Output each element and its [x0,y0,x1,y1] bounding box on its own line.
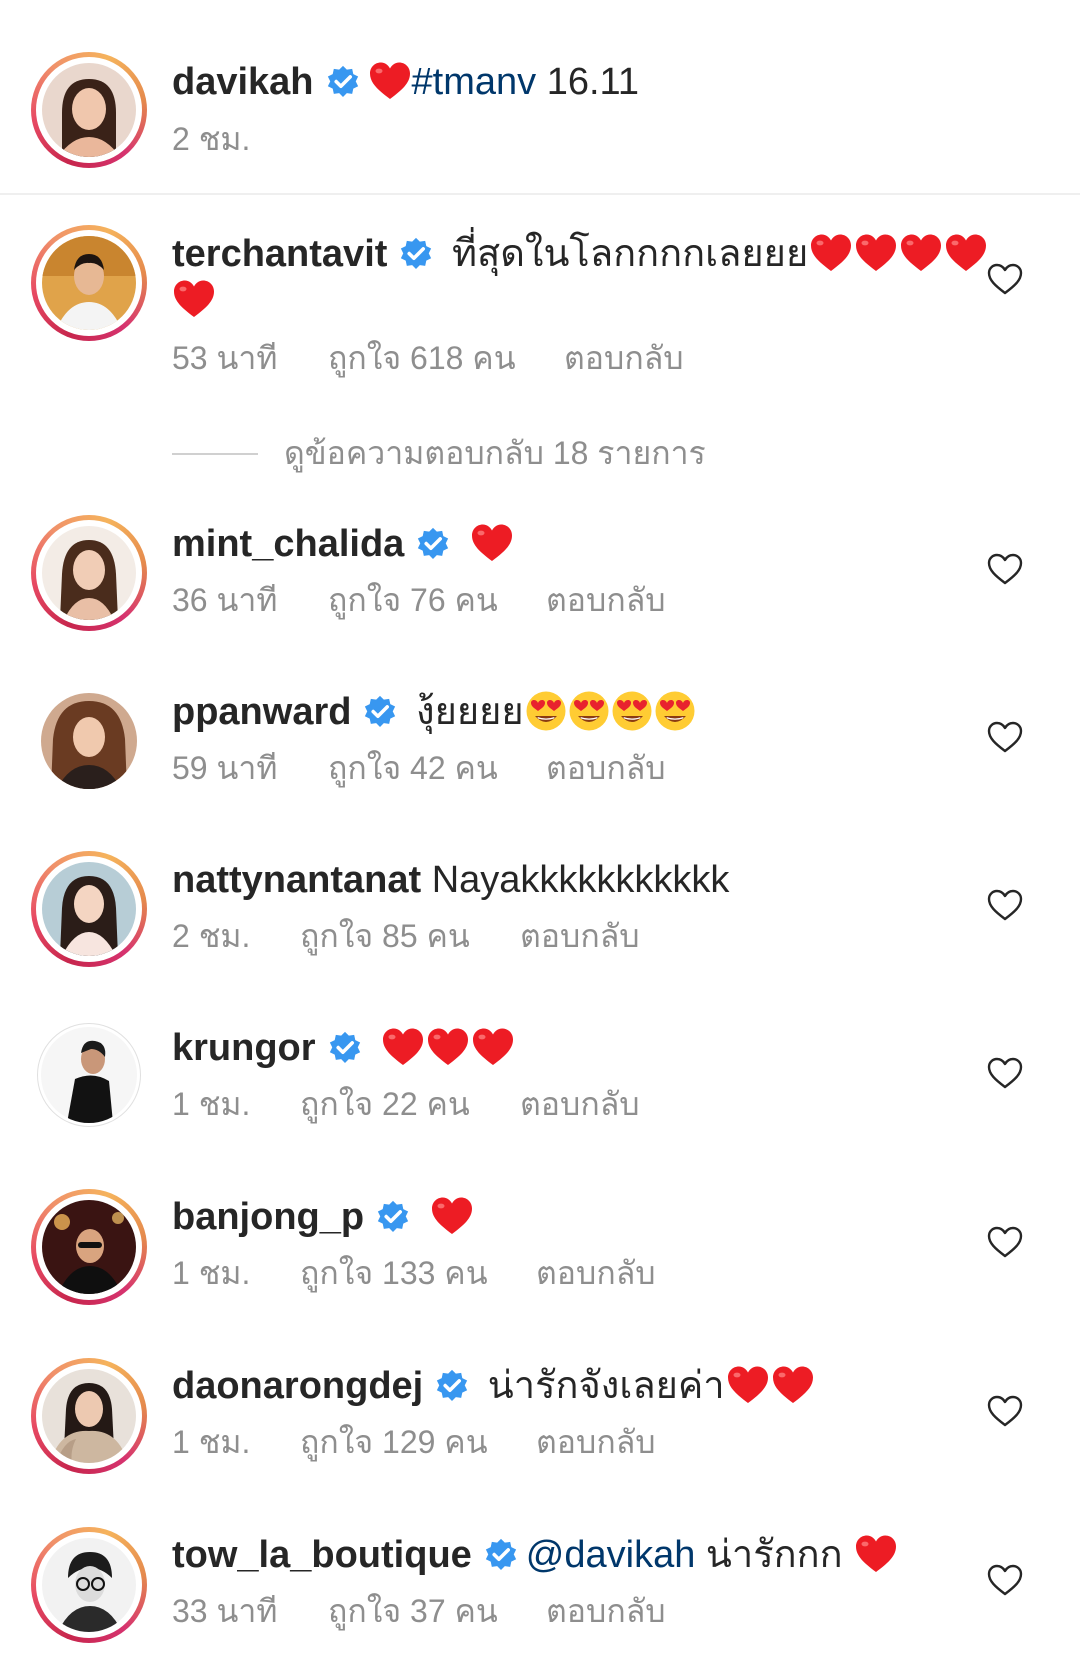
comment-username[interactable]: nattynantanat [172,859,421,901]
comment-text: งุ้ยยยย [405,691,524,733]
like-heart-icon[interactable] [987,889,1023,921]
heart-emoji [426,1027,470,1067]
comment-time: 1 ชม. [172,1086,251,1122]
view-replies-label: ดูข้อความตอบกลับ 18 รายการ [284,435,706,471]
like-heart-icon[interactable] [987,1395,1023,1427]
comment-time: 33 นาที [172,1593,278,1629]
comment-text: น่ารักจังเลยค่า [477,1365,725,1407]
verified-badge-icon [435,1369,469,1403]
like-heart-icon[interactable] [987,1564,1023,1596]
heart-emoji [470,523,514,563]
post-owner-avatar[interactable] [31,52,147,168]
heart-emoji [854,233,898,273]
comment-avatar[interactable] [31,1527,147,1643]
comment-time: 36 นาที [172,582,278,618]
comment-likes[interactable]: ถูกใจ 129 คน [300,1422,536,1462]
verified-badge-icon [328,1031,362,1065]
replies-rule [172,452,258,455]
comment-text: Nayakkkkkkkkkkk [421,859,730,901]
comment-username[interactable]: mint_chalida [172,523,404,565]
post-time: 2 ชม. [172,121,251,157]
comment-time: 2 ชม. [172,918,251,954]
verified-badge-icon [363,695,397,729]
post-owner-username[interactable]: davikah [172,61,314,103]
heart-emoji [381,1027,425,1067]
mention-link[interactable]: @davikah [526,1534,696,1576]
comment-username[interactable]: ppanward [172,691,351,733]
comment-avatar[interactable] [31,851,147,967]
comment-text [370,1027,381,1069]
heart-emoji [726,1365,770,1405]
reply-button[interactable]: ตอบกลับ [536,1422,656,1462]
like-heart-icon[interactable] [987,1226,1023,1258]
comment-time: 1 ชม. [172,1424,251,1460]
verified-badge-icon [484,1538,518,1572]
comment-text: น่ารักกก [695,1534,854,1576]
comment-likes[interactable]: ถูกใจ 618 คน [328,338,564,378]
comment-avatar[interactable] [31,683,147,799]
comment-time: 53 นาที [172,340,278,376]
comment-avatar[interactable] [31,1189,147,1305]
reply-button[interactable]: ตอบกลับ [546,748,666,788]
view-replies-button[interactable]: ดูข้อความตอบกลับ 18 รายการ [172,428,706,479]
verified-badge-icon [326,65,360,99]
heart-emoji [899,233,943,273]
like-heart-icon[interactable] [987,553,1023,585]
reply-button[interactable]: ตอบกลับ [564,338,684,378]
header-divider [0,193,1080,195]
comment-avatar[interactable] [31,1358,147,1474]
comment-avatar[interactable] [31,225,147,341]
heart-eyes-emoji [525,690,567,732]
heart-emoji [471,1027,515,1067]
comment-time: 59 นาที [172,750,278,786]
heart-emoji [854,1534,898,1574]
heart-emoji [430,1196,474,1236]
like-heart-icon[interactable] [987,1057,1023,1089]
reply-button[interactable]: ตอบกลับ [546,1591,666,1631]
verified-badge-icon [399,237,433,271]
comment-likes[interactable]: ถูกใจ 22 คน [300,1084,520,1124]
heart-eyes-emoji [568,690,610,732]
comment-text: ที่สุดในโลกกกกเลยยย [441,233,809,275]
heart-emoji [368,61,412,101]
heart-emoji [172,279,216,319]
comment-username[interactable]: banjong_p [172,1196,364,1238]
comment-username[interactable]: terchantavit [172,233,387,275]
comment-likes[interactable]: ถูกใจ 133 คน [300,1253,536,1293]
heart-emoji [771,1365,815,1405]
post-caption: 16.11 [536,61,639,103]
like-heart-icon[interactable] [987,263,1023,295]
verified-badge-icon [416,527,450,561]
comment-text [418,1196,429,1238]
reply-button[interactable]: ตอบกลับ [520,916,640,956]
comment-likes[interactable]: ถูกใจ 85 คน [300,916,520,956]
comment-time: 1 ชม. [172,1255,251,1291]
comment-username[interactable]: krungor [172,1027,316,1069]
comment-text [458,523,469,565]
verified-badge-icon [376,1200,410,1234]
heart-eyes-emoji [654,690,696,732]
comment-username[interactable]: tow_la_boutique [172,1534,472,1576]
heart-emoji [809,233,853,273]
comment-likes[interactable]: ถูกใจ 76 คน [328,580,546,620]
comment-likes[interactable]: ถูกใจ 42 คน [328,748,546,788]
heart-emoji [944,233,988,273]
hashtag-link[interactable]: #tmanv [412,61,537,103]
reply-button[interactable]: ตอบกลับ [536,1253,656,1293]
comment-likes[interactable]: ถูกใจ 37 คน [328,1591,546,1631]
comment-avatar[interactable] [31,515,147,631]
comment-avatar[interactable] [37,1023,141,1127]
like-heart-icon[interactable] [987,721,1023,753]
reply-button[interactable]: ตอบกลับ [520,1084,640,1124]
heart-eyes-emoji [611,690,653,732]
comment-username[interactable]: daonarongdej [172,1365,423,1407]
reply-button[interactable]: ตอบกลับ [546,580,666,620]
